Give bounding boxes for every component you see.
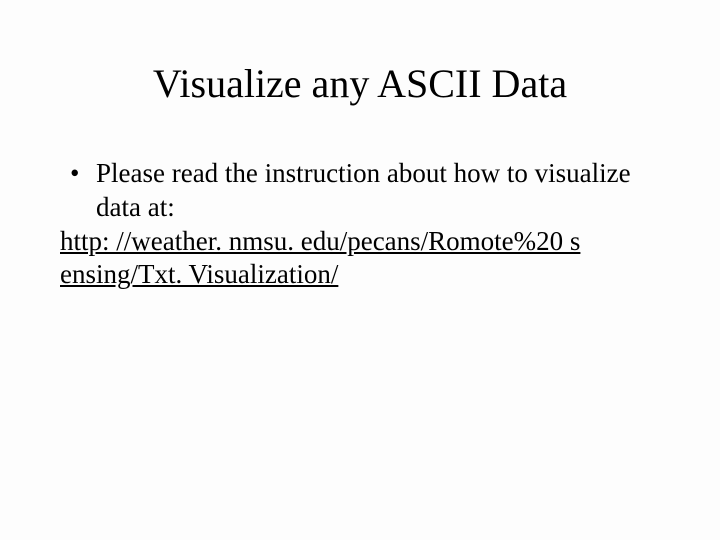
slide-title: Visualize any ASCII Data bbox=[60, 60, 660, 107]
slide: Visualize any ASCII Data Please read the… bbox=[0, 0, 720, 540]
bullet-item: Please read the instruction about how to… bbox=[60, 157, 660, 225]
slide-content: Please read the instruction about how to… bbox=[60, 157, 660, 292]
instruction-link[interactable]: http: //weather. nmsu. edu/pecans/Romote… bbox=[60, 225, 660, 293]
bullet-text: Please read the instruction about how to… bbox=[96, 158, 631, 222]
